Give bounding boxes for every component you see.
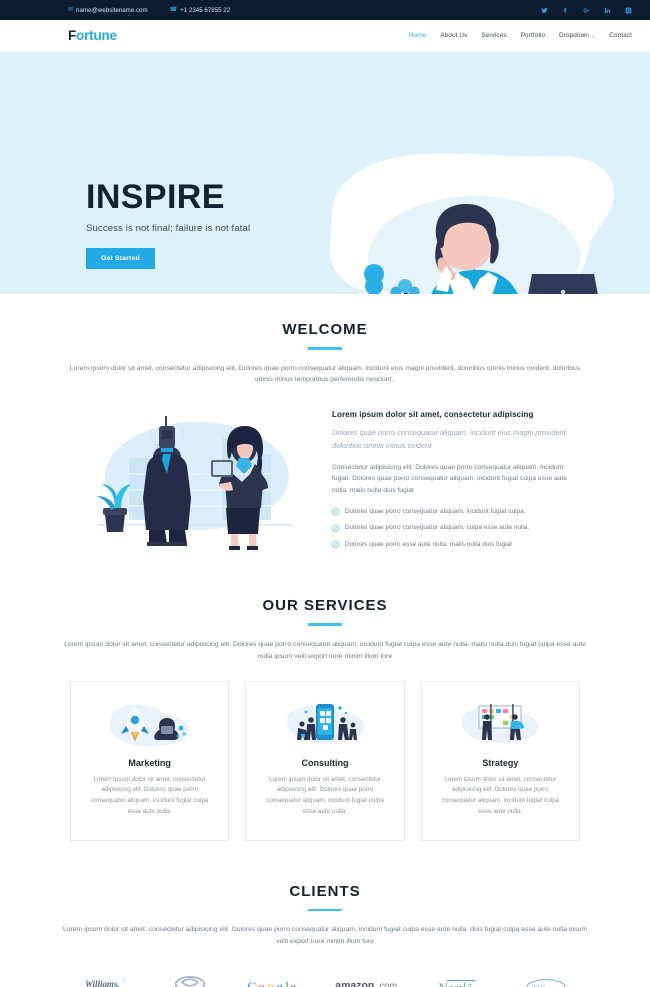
get-started-button[interactable]: Get Started [86, 248, 155, 269]
social-links [540, 6, 632, 14]
services-title: OUR SERVICES [262, 597, 388, 615]
envelope-icon: ✉ [68, 7, 74, 13]
woman-at-desk-with-laptop-illustration [306, 140, 636, 294]
services-lead: Lorem ipsum dolor sit amet, consectetur … [64, 640, 586, 660]
logo-initial: F [68, 28, 77, 43]
service-card-text: Lorem ipsum dolor sit amet, consectetur … [266, 775, 384, 816]
williams-logo: Williams. [82, 970, 134, 987]
welcome-lead: Lorem ipsum dolor sit amet, consectetur … [69, 364, 581, 384]
amazon-logo: amazon .com [334, 970, 406, 987]
twitter-icon[interactable] [540, 6, 548, 14]
svg-text:o: o [267, 980, 274, 987]
svg-text:o: o [258, 980, 265, 987]
svg-text:e: e [289, 980, 295, 987]
svg-text:l: l [285, 980, 289, 987]
welcome-heading: Lorem ipsum dolor sit amet, consectetur … [332, 410, 534, 420]
services-section: OUR SERVICES Lorem ipsum dolor sit amet,… [0, 557, 650, 841]
nav-item-about-us[interactable]: About Us [440, 32, 467, 39]
main-navbar: Fortune Home About Us Services Portfolio… [0, 20, 650, 52]
topbar-email[interactable]: ✉ name@websitename.com [68, 7, 148, 14]
welcome-section: WELCOME Lorem ipsum dolor sit amet, cons… [0, 294, 650, 557]
logo-rest: ortune [76, 28, 117, 43]
svg-text:G: G [247, 980, 257, 987]
nav-item-contact[interactable]: Contact [609, 32, 632, 39]
section-rule [308, 623, 342, 626]
svg-text:Nestlē: Nestlē [439, 981, 473, 987]
nav-item-home[interactable]: Home [409, 32, 426, 39]
google-plus-icon[interactable] [582, 6, 590, 14]
svg-text:g: g [276, 980, 283, 987]
nav-item-portfolio[interactable]: Portfolio [521, 32, 545, 39]
service-card-title: Consulting [301, 757, 349, 768]
check-circle-icon: ✓ [332, 508, 339, 516]
service-card-title: Marketing [128, 757, 171, 768]
nav-links: Home About Us Services Portfolio Dropdow… [409, 32, 632, 39]
svg-text:Williams.: Williams. [85, 979, 120, 987]
hero-text-block: INSPIRE Success is not final; failure is… [86, 180, 250, 269]
list-item: ✓ Dolores quae porro esse aute nulla. ma… [332, 541, 581, 549]
phone-icon: ☎ [169, 7, 178, 13]
check-circle-icon: ✓ [332, 541, 339, 549]
hero-section: INSPIRE Success is not final; failure is… [0, 52, 650, 294]
nav-item-dropdown[interactable]: Dropdown ⌄ [559, 32, 595, 39]
service-card-text: Lorem ipsum dolor sit amet, consectetur … [441, 775, 560, 816]
top-contact-bar: ✉ name@websitename.com ☎ +1 2345 67855 2… [0, 0, 650, 20]
linkedin-icon[interactable] [603, 6, 611, 14]
svg-text:.com: .com [378, 981, 398, 987]
intel-logo: intel [524, 970, 568, 987]
mobile-phone-team-icon [260, 699, 389, 747]
welcome-content-row: Lorem ipsum dolor sit amet, consectetur … [60, 404, 590, 557]
svg-text:amazon: amazon [336, 981, 375, 987]
welcome-body: Consectetur adipisicing elit. Dolores qu… [332, 463, 567, 495]
client-logos: Williams. HYUNDAI G o o g l e [60, 970, 590, 987]
service-card-strategy[interactable]: Strategy Lorem ipsum dolor sit amet, con… [420, 680, 580, 841]
instagram-icon[interactable] [624, 6, 632, 14]
two-business-people-illustration [69, 404, 314, 554]
check-circle-icon: ✓ [332, 524, 339, 532]
topbar-phone[interactable]: ☎ +1 2345 67855 22 [170, 7, 231, 14]
topbar-phone-text: +1 2345 67855 22 [180, 6, 231, 14]
list-item-label: Dolores quae porro consequatur aliquam, … [345, 507, 526, 515]
welcome-text-column: Lorem ipsum dolor sit amet, consectetur … [332, 404, 581, 557]
rocket-launch-icon [85, 699, 214, 747]
service-cards: Marketing Lorem ipsum dolor sit amet, co… [60, 680, 590, 841]
list-item: ✓ Dolores quae porro consequatur aliquam… [332, 524, 581, 532]
service-card-text: Lorem ipsum dolor sit amet, consectetur … [90, 775, 209, 816]
nav-item-services[interactable]: Services [481, 32, 506, 39]
welcome-quote: Dolores quae porro consequatur aliquam, … [332, 428, 568, 450]
list-item-label: Dolores quae porro consequatur aliquam, … [345, 524, 530, 532]
hero-subtitle: Success is not final; failure is not fat… [86, 223, 251, 234]
welcome-title: WELCOME [282, 321, 368, 338]
clients-section: CLIENTS Lorem ipsum dolor sit amet, cons… [0, 841, 650, 987]
clients-lead: Lorem ipsum dolor sit amet, consectetur … [62, 926, 588, 946]
nestle-logo: Nestlē [437, 970, 493, 987]
list-item-label: Dolores quae porro esse aute nulla. mali… [345, 540, 512, 548]
hyundai-logo: HYUNDAI [165, 970, 215, 987]
section-rule [308, 908, 342, 912]
clients-title: CLIENTS [289, 882, 361, 900]
chevron-down-icon: ⌄ [590, 33, 596, 39]
topbar-email-text: name@websitename.com [76, 6, 148, 14]
hero-title: INSPIRE [86, 178, 225, 216]
site-logo[interactable]: Fortune [68, 28, 117, 43]
nav-item-dropdown-label: Dropdown [559, 32, 589, 39]
section-rule [308, 347, 342, 350]
kanban-board-icon [436, 699, 565, 747]
welcome-feature-list: ✓ Dolores quae porro consequatur aliquam… [332, 508, 581, 549]
facebook-icon[interactable] [561, 6, 569, 14]
list-item: ✓ Dolores quae porro consequatur aliquam… [332, 508, 581, 516]
service-card-title: Strategy [482, 757, 519, 768]
google-logo: G o o g l e [246, 970, 304, 987]
service-card-marketing[interactable]: Marketing Lorem ipsum dolor sit amet, co… [70, 680, 230, 841]
service-card-consulting[interactable]: Consulting Lorem ipsum dolor sit amet, c… [245, 680, 405, 841]
